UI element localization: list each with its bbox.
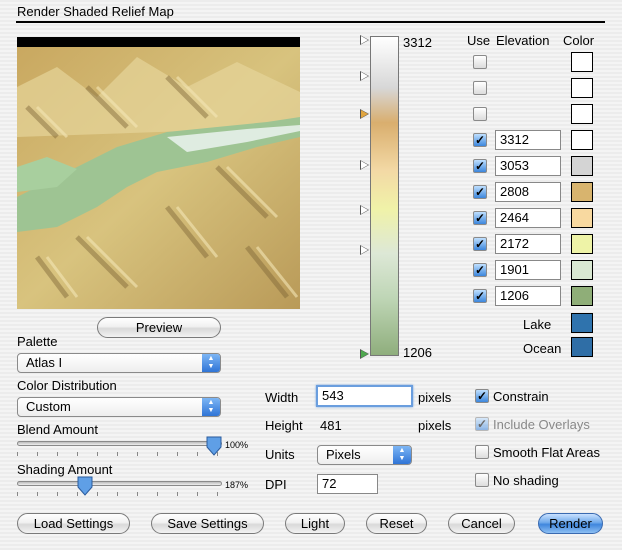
ramp-stop-marker[interactable] [360, 109, 369, 119]
row-use-checkbox[interactable] [473, 107, 487, 121]
elevation-column-header: Elevation [496, 33, 550, 48]
title-divider [16, 21, 605, 23]
cancel-button[interactable]: Cancel [448, 513, 515, 534]
row-color-swatch[interactable] [571, 78, 593, 98]
row-elevation-input[interactable]: 3312 [495, 130, 561, 150]
constrain-checkbox[interactable]: ✓ [475, 389, 489, 403]
height-label: Height [265, 418, 303, 433]
row-color-swatch[interactable] [571, 234, 593, 254]
relief-map-graphic [17, 47, 300, 309]
ramp-stop-marker[interactable] [360, 349, 369, 359]
popup-arrows-icon: ▲ ▼ [393, 446, 411, 464]
row-elevation-input[interactable]: 2464 [495, 208, 561, 228]
ramp-stop-marker[interactable] [360, 205, 369, 215]
width-unit-label: pixels [418, 390, 452, 405]
render-button[interactable]: Render [538, 513, 603, 534]
palette-select[interactable]: Atlas I ▲ ▼ [17, 353, 221, 373]
row-use-checkbox[interactable]: ✓ [473, 185, 487, 199]
no-shading-checkbox[interactable] [475, 473, 489, 487]
dialog-title: Render Shaded Relief Map [17, 4, 174, 19]
blend-slider-track[interactable] [17, 441, 222, 446]
shading-slider-track[interactable] [17, 481, 222, 486]
shading-value: 187% [225, 480, 249, 490]
blend-slider-ticks [17, 452, 222, 456]
row-elevation-input[interactable]: 1901 [495, 260, 561, 280]
row-use-checkbox[interactable] [473, 81, 487, 95]
dpi-label: DPI [265, 477, 287, 492]
height-value: 481 [320, 418, 342, 433]
popup-arrows-icon: ▲ ▼ [202, 354, 220, 372]
palette-selected-value: Atlas I [26, 355, 63, 370]
row-color-swatch[interactable] [571, 104, 593, 124]
dpi-input[interactable]: 72 [317, 474, 378, 494]
smooth-flat-areas-checkbox[interactable] [475, 445, 489, 459]
row-use-checkbox[interactable]: ✓ [473, 133, 487, 147]
shading-slider-thumb[interactable] [77, 476, 93, 496]
row-use-checkbox[interactable]: ✓ [473, 237, 487, 251]
row-elevation-input[interactable]: 2808 [495, 182, 561, 202]
palette-label: Palette [17, 334, 58, 349]
ramp-min-label: 1206 [403, 345, 432, 360]
ramp-stop-marker[interactable] [360, 35, 369, 45]
elevation-color-ramp [370, 36, 399, 356]
row-elevation-input[interactable]: 1206 [495, 286, 561, 306]
ocean-color-swatch[interactable] [571, 337, 593, 357]
row-use-checkbox[interactable]: ✓ [473, 211, 487, 225]
height-unit-label: pixels [418, 418, 452, 433]
shaded-relief-preview-image [17, 47, 300, 309]
row-use-checkbox[interactable]: ✓ [473, 289, 487, 303]
width-label: Width [265, 390, 299, 405]
row-use-checkbox[interactable]: ✓ [473, 159, 487, 173]
units-select[interactable]: Pixels ▲ ▼ [317, 445, 412, 465]
no-shading-label: No shading [493, 473, 559, 488]
blend-value: 100% [225, 440, 249, 450]
color-column-header: Color [563, 33, 595, 48]
row-elevation-input[interactable]: 3053 [495, 156, 561, 176]
row-color-swatch[interactable] [571, 260, 593, 280]
include-overlays-label: Include Overlays [493, 417, 590, 432]
smooth-flat-areas-label: Smooth Flat Areas [493, 445, 600, 460]
popup-arrows-icon: ▲ ▼ [202, 398, 220, 416]
load-settings-button[interactable]: Load Settings [17, 513, 130, 534]
ocean-label: Ocean [523, 341, 562, 356]
preview-button[interactable]: Preview [97, 317, 221, 338]
lake-label: Lake [523, 317, 552, 332]
color-distribution-selected-value: Custom [26, 399, 71, 414]
ramp-stop-marker[interactable] [360, 160, 369, 170]
row-color-swatch[interactable] [571, 208, 593, 228]
shading-slider-ticks [17, 492, 222, 496]
ramp-stop-marker[interactable] [360, 245, 369, 255]
row-color-swatch[interactable] [571, 130, 593, 150]
row-color-swatch[interactable] [571, 286, 593, 306]
include-overlays-checkbox[interactable]: ✓ [475, 417, 489, 431]
use-column-header: Use [467, 33, 491, 48]
lake-color-swatch[interactable] [571, 313, 593, 333]
row-color-swatch[interactable] [571, 182, 593, 202]
shading-amount-label: Shading Amount [17, 462, 113, 477]
units-label: Units [265, 447, 295, 462]
row-use-checkbox[interactable]: ✓ [473, 263, 487, 277]
ramp-max-label: 3312 [403, 35, 432, 50]
preview-frame [17, 37, 300, 309]
reset-button[interactable]: Reset [366, 513, 427, 534]
row-color-swatch[interactable] [571, 156, 593, 176]
blend-amount-label: Blend Amount [17, 422, 98, 437]
row-elevation-input[interactable]: 2172 [495, 234, 561, 254]
row-color-swatch[interactable] [571, 52, 593, 72]
units-selected-value: Pixels [326, 447, 361, 462]
color-distribution-select[interactable]: Custom ▲ ▼ [17, 397, 221, 417]
ramp-stop-marker[interactable] [360, 71, 369, 81]
blend-slider-thumb[interactable] [206, 436, 222, 456]
row-use-checkbox[interactable] [473, 55, 487, 69]
constrain-label: Constrain [493, 389, 549, 404]
width-input[interactable]: 543 [316, 385, 413, 407]
save-settings-button[interactable]: Save Settings [151, 513, 264, 534]
color-distribution-label: Color Distribution [17, 378, 117, 393]
light-button[interactable]: Light [285, 513, 345, 534]
